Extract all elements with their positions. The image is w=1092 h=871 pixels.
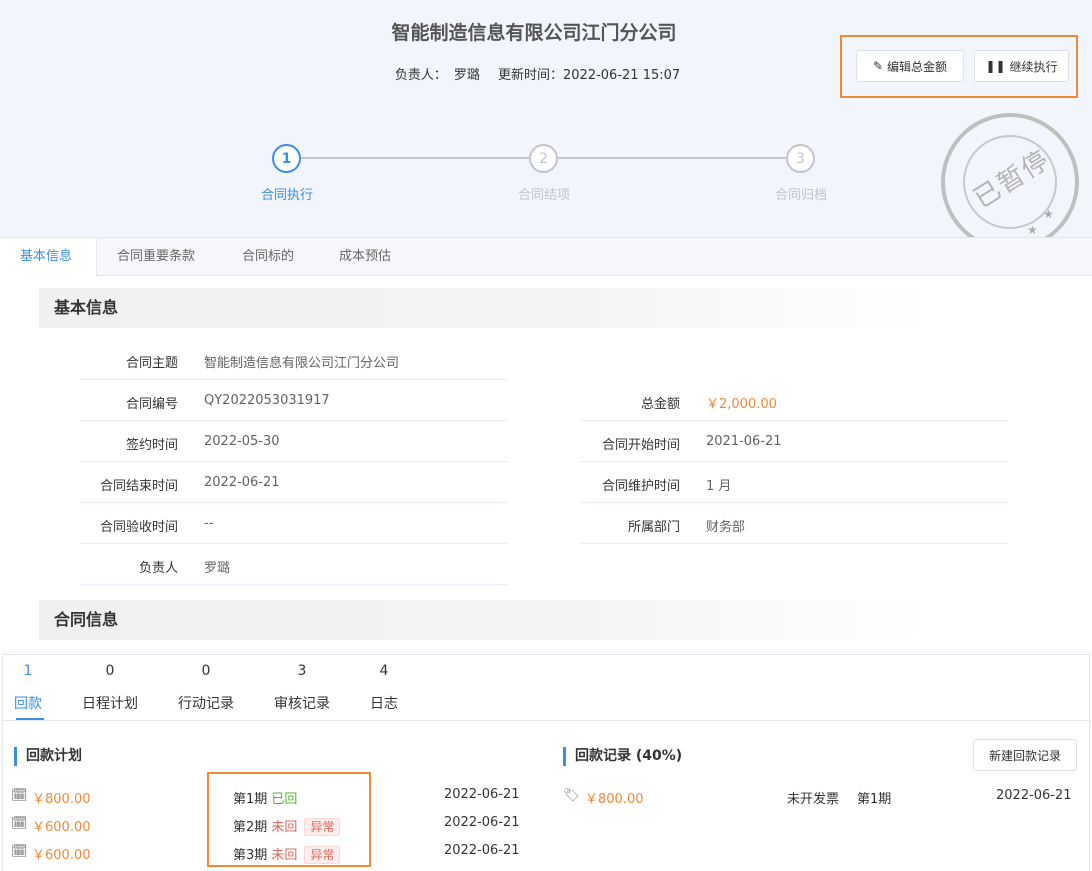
field-value: 2022-05-30: [204, 434, 280, 449]
tab-cost-estimate[interactable]: 成本预估: [339, 238, 391, 276]
step-2-label: 合同结项: [517, 188, 570, 203]
field-label: 负责人: [138, 561, 178, 576]
info-row: 合同主题 智能制造信息有限公司江门分公司: [80, 339, 508, 380]
field-value: 财务部: [706, 520, 746, 535]
tab-contract-subject[interactable]: 合同标的: [242, 238, 294, 276]
record-period: 第1期: [857, 792, 892, 807]
step-connector: [558, 157, 786, 159]
field-label: 合同主题: [125, 356, 178, 371]
tab-basic-info[interactable]: 基本信息: [0, 238, 97, 277]
tag-icon: 🏷: [563, 788, 580, 803]
field-value: 2021-06-21: [706, 434, 782, 449]
plan-amount: ￥600.00: [32, 848, 91, 863]
calendar-icon: 🗓: [11, 816, 28, 831]
info-row: 合同验收时间 --: [80, 503, 508, 544]
info-row: 合同维护时间 1 月: [580, 462, 1008, 503]
field-label: 合同验收时间: [99, 520, 178, 535]
field-label: 总金额: [640, 397, 680, 412]
info-row: 合同编号 QY2022053031917: [80, 380, 508, 421]
log-tab-count[interactable]: 4: [354, 663, 414, 679]
step-1-label: 合同执行: [260, 188, 313, 203]
info-row: 合同结束时间 2022-06-21: [80, 462, 508, 503]
pause-icon: ❚❚: [985, 59, 1006, 73]
basic-info-title: 基本信息: [39, 288, 929, 328]
activity-panel: 1 回款 0 日程计划 0 行动记录 3 审核记录 4 日志: [2, 654, 1090, 871]
info-row: 合同开始时间 2021-06-21: [580, 421, 1008, 462]
calendar-icon: 🗓: [11, 788, 28, 803]
detail-tabs: 基本信息 合同重要条款 合同标的 成本预估: [0, 237, 1092, 277]
field-label: 所属部门: [627, 520, 680, 535]
tab-log[interactable]: 日志: [354, 693, 414, 713]
tab-audit-records[interactable]: 审核记录: [272, 693, 332, 713]
step-connector: [301, 157, 529, 159]
field-value: QY2022053031917: [204, 393, 330, 408]
edit-total-button[interactable]: ✎ 编辑总金额: [856, 50, 964, 82]
info-row: 负责人 罗璐: [80, 544, 508, 585]
record-amount: ￥800.00: [585, 792, 644, 807]
plan-amount: ￥800.00: [32, 792, 91, 807]
info-row: 所属部门 财务部: [580, 503, 1008, 544]
info-row: 总金额 ￥2,000.00: [580, 380, 1008, 421]
action-tab-count[interactable]: 0: [176, 663, 236, 679]
field-label: 合同编号: [125, 397, 178, 412]
field-label: 签约时间: [125, 438, 178, 453]
record-date: 2022-06-21: [996, 788, 1072, 803]
edit-total-label: 编辑总金额: [887, 59, 948, 74]
owner-name: 罗璐: [453, 68, 480, 83]
step-3-circle: 3: [786, 144, 815, 173]
tab-important-terms[interactable]: 合同重要条款: [117, 238, 195, 276]
contract-info-title: 合同信息: [39, 600, 929, 640]
star-icon: ★: [1043, 207, 1054, 221]
updated-label: 更新时间：: [498, 68, 564, 83]
payment-plan-title: 回款计划: [14, 747, 82, 766]
field-value: --: [204, 516, 214, 531]
step-1-circle: 1: [272, 144, 301, 173]
paused-stamp: 已暂停 ★ ★: [941, 113, 1079, 251]
payment-record-title: 回款记录 (40%): [563, 747, 682, 766]
new-payment-record-button[interactable]: 新建回款记录: [973, 739, 1077, 771]
tab-payment[interactable]: 回款: [0, 693, 58, 713]
payment-record-row[interactable]: 🏷 ￥800.00 未开发票 第1期 2022-06-21: [563, 787, 1083, 809]
step-3-label: 合同归档: [774, 188, 827, 203]
field-value: 罗璐: [204, 561, 231, 576]
plan-date: 2022-06-21: [444, 787, 520, 802]
calendar-icon: 🗓: [11, 844, 28, 859]
field-label: 合同结束时间: [99, 479, 178, 494]
audit-tab-count[interactable]: 3: [272, 663, 332, 679]
field-label: 合同开始时间: [601, 438, 680, 453]
info-row: 签约时间 2022-05-30: [80, 421, 508, 462]
payment-tab-count[interactable]: 1: [0, 663, 58, 679]
schedule-tab-count[interactable]: 0: [80, 663, 140, 679]
field-value: 2022-06-21: [204, 475, 280, 490]
pen-icon: ✎: [872, 59, 884, 73]
plan-date: 2022-06-21: [444, 843, 520, 858]
field-value: 智能制造信息有限公司江门分公司: [204, 356, 400, 371]
total-amount-value: ￥2,000.00: [706, 397, 777, 412]
record-invoice-status: 未开发票: [787, 792, 840, 807]
tab-divider: [3, 720, 1089, 721]
plan-status-highlight: [207, 772, 371, 867]
star-icon: ★: [1027, 223, 1038, 237]
tab-action-records[interactable]: 行动记录: [176, 693, 236, 713]
continue-button[interactable]: ❚❚ 继续执行: [974, 50, 1069, 82]
updated-time: 2022-06-21 15:07: [563, 68, 681, 83]
field-value: 1 月: [706, 479, 732, 494]
continue-label: 继续执行: [1009, 59, 1058, 74]
plan-amount: ￥600.00: [32, 820, 91, 835]
field-label: 合同维护时间: [601, 479, 680, 494]
tab-schedule[interactable]: 日程计划: [80, 693, 140, 713]
step-2-circle: 2: [529, 144, 558, 173]
owner-label: 负责人：: [394, 68, 447, 83]
plan-date: 2022-06-21: [444, 815, 520, 830]
